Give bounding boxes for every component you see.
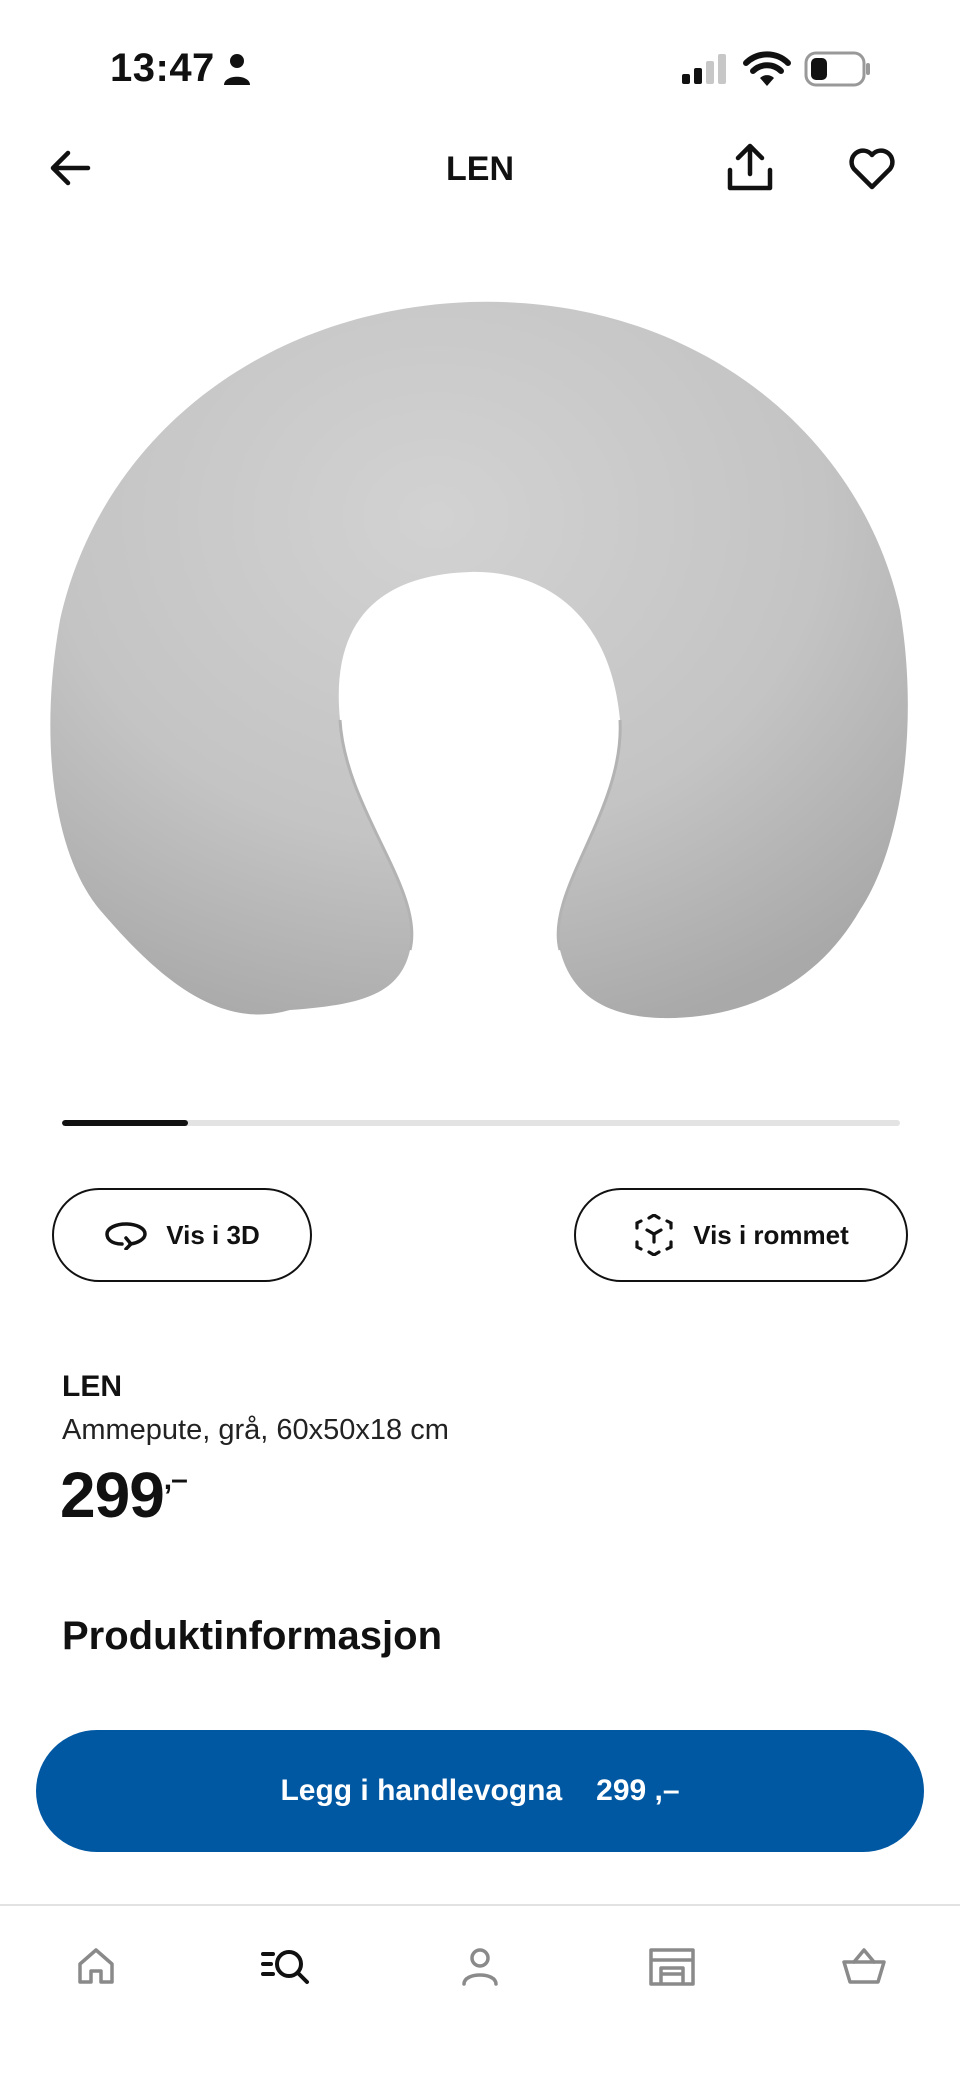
product-price: 299,–	[60, 1458, 188, 1532]
status-time: 13:47	[110, 46, 215, 90]
rotate-3d-icon	[105, 1222, 148, 1250]
view-3d-button[interactable]: Vis i 3D	[52, 1188, 312, 1282]
page-title: LEN	[446, 150, 514, 188]
share-button[interactable]	[724, 140, 776, 196]
view-in-room-label: Vis i rommet	[693, 1219, 849, 1250]
price-suffix: ,–	[163, 1463, 188, 1496]
price-value: 299	[60, 1459, 165, 1531]
home-icon	[78, 1948, 114, 1984]
add-to-cart-price: 299 ,–	[596, 1774, 680, 1807]
cellular-signal-icon	[682, 54, 726, 84]
nav-cart[interactable]	[834, 1936, 894, 1996]
add-to-cart-label: Legg i handlevogna	[280, 1774, 563, 1807]
person-icon	[224, 54, 250, 85]
profile-icon	[462, 1948, 498, 1986]
view-3d-label: Vis i 3D	[166, 1219, 260, 1250]
nav-home[interactable]	[66, 1936, 126, 1996]
gallery-progress	[62, 1120, 900, 1126]
search-catalog-icon	[261, 1950, 309, 1984]
product-info-heading[interactable]: Produktinformasjon	[62, 1614, 442, 1659]
bottom-nav-divider	[0, 1904, 960, 1906]
cart-icon	[842, 1948, 886, 1984]
gallery-progress-fill	[62, 1120, 188, 1126]
add-to-cart-button[interactable]: Legg i handlevogna 299 ,–	[36, 1730, 924, 1852]
product-image[interactable]	[40, 290, 920, 1050]
nav-profile[interactable]	[450, 1936, 510, 1996]
back-button[interactable]	[44, 142, 96, 194]
nav-stores[interactable]	[642, 1936, 702, 1996]
favorite-button[interactable]	[846, 142, 898, 194]
product-description: Ammepute, grå, 60x50x18 cm	[62, 1414, 449, 1446]
battery-icon	[804, 51, 870, 87]
wifi-icon	[743, 51, 791, 86]
store-icon	[649, 1948, 695, 1986]
product-name: LEN	[62, 1370, 122, 1403]
nav-search[interactable]	[256, 1936, 316, 1996]
view-in-room-button[interactable]: Vis i rommet	[574, 1188, 908, 1282]
ar-cube-icon	[635, 1214, 673, 1256]
